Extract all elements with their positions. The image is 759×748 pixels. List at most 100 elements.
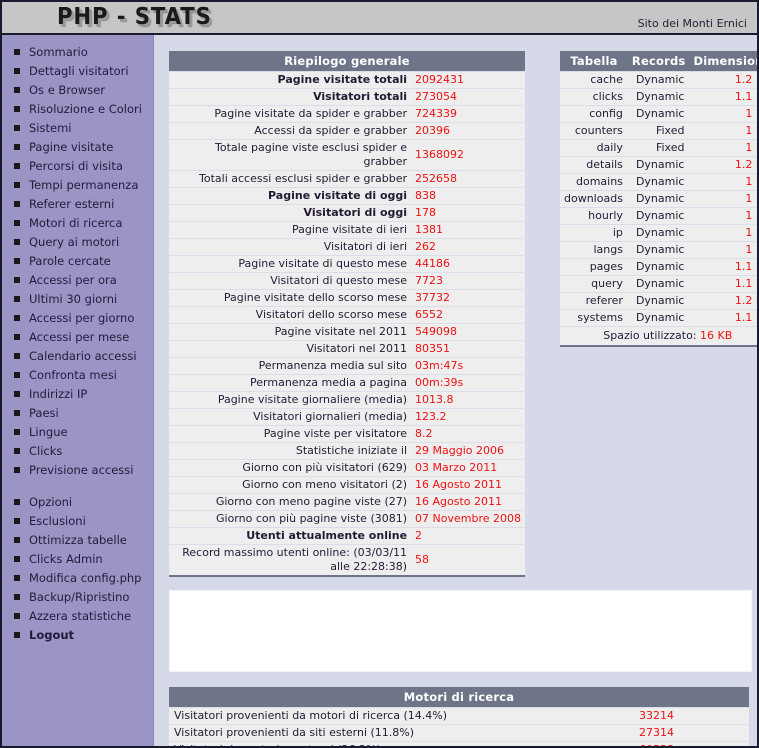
sidebar-item-accessi-per-ora[interactable]: Accessi per ora: [2, 271, 153, 290]
bullet-icon: [14, 410, 20, 416]
sidebar-item-ultimi-30-giorni[interactable]: Ultimi 30 giorni: [2, 290, 153, 309]
db-col-records: Records: [627, 51, 690, 72]
summary-row-value: 37732: [411, 289, 525, 307]
bullet-icon: [14, 556, 20, 562]
db-table-records: Fixed: [627, 122, 690, 140]
bullet-icon: [14, 125, 20, 131]
sidebar-item-confronta-mesi[interactable]: Confronta mesi: [2, 366, 153, 385]
sidebar-item-clicks-admin[interactable]: Clicks Admin: [2, 550, 153, 569]
summary-row-label: Pagine visitate dello scorso mese: [169, 289, 412, 307]
sidebar-item-paesi[interactable]: Paesi: [2, 404, 153, 423]
db-table-name: langs: [560, 241, 628, 259]
summary-row-label: Pagine visitate di oggi: [169, 187, 412, 205]
space-used-text: Spazio utilizzato:: [603, 329, 697, 342]
sidebar-divider: [2, 480, 153, 493]
summary-row-label: Record massimo utenti online: (03/03/11 …: [169, 544, 412, 577]
db-table-size: 1.1 KB: [689, 88, 757, 106]
summary-row-value: 273054: [411, 88, 525, 106]
bullet-icon: [14, 49, 20, 55]
sidebar-item-backup-ripristino[interactable]: Backup/Ripristino: [2, 588, 153, 607]
sidebar-item-percorsi-di-visita[interactable]: Percorsi di visita: [2, 157, 153, 176]
sidebar-item-lingue[interactable]: Lingue: [2, 423, 153, 442]
summary-row: Totali accessi esclusi spider e grabber 2…: [169, 170, 525, 188]
db-table-row: downloadsDynamic1 KB: [560, 190, 757, 208]
search-engines-header: Motori di ricerca: [169, 687, 749, 708]
sidebar-item-label: Pagine visitate: [29, 140, 114, 154]
sidebar-admin-group: Opzioni Esclusioni Ottimizza tabelle Clicks…: [2, 493, 153, 645]
sidebar-item-tempi-permanenza[interactable]: Tempi permanenza: [2, 176, 153, 195]
php-stats-page: PHP - STATS Sito dei Monti Ernici Sommar…: [0, 0, 759, 748]
sidebar-item-label: Confronta mesi: [29, 368, 117, 382]
db-table-row: cacheDynamic1.2 KB: [560, 71, 757, 89]
db-table-name: clicks: [560, 88, 628, 106]
sidebar-item-indirizzi-ip[interactable]: Indirizzi IP: [2, 385, 153, 404]
bullet-icon: [14, 429, 20, 435]
db-table-records: Dynamic: [627, 275, 690, 293]
summary-row-value: 07 Novembre 2008: [411, 510, 525, 528]
bullet-icon: [14, 594, 20, 600]
sidebar-item-azzera-statistiche[interactable]: Azzera statistiche: [2, 607, 153, 626]
sidebar-item-calendario-accessi[interactable]: Calendario accessi: [2, 347, 153, 366]
db-table-name: referer: [560, 292, 628, 310]
sidebar-item-os-e-browser[interactable]: Os e Browser: [2, 81, 153, 100]
bullet-icon: [14, 632, 20, 638]
bullet-icon: [14, 258, 20, 264]
sidebar-item-referer-esterni[interactable]: Referer esterni: [2, 195, 153, 214]
sidebar-item-label: Sistemi: [29, 121, 72, 135]
db-table-name: domains: [560, 173, 628, 191]
summary-row-value: 123.2: [411, 408, 525, 426]
sidebar-item-sommario[interactable]: Sommario: [2, 43, 153, 62]
sidebar-item-opzioni[interactable]: Opzioni: [2, 493, 153, 512]
summary-table-body: Pagine visitate totali 2092431 Visitatori …: [169, 71, 525, 577]
sidebar-item-logout[interactable]: Logout: [2, 626, 153, 645]
summary-row-label: Visitatori di ieri: [169, 238, 412, 256]
bullet-icon: [14, 163, 20, 169]
sidebar-item-label: Accessi per giorno: [29, 311, 135, 325]
bullet-icon: [14, 68, 20, 74]
sidebar-item-esclusioni[interactable]: Esclusioni: [2, 512, 153, 531]
sidebar-item-query-ai-motori[interactable]: Query ai motori: [2, 233, 153, 252]
summary-row-label: Permanenza media a pagina: [169, 374, 412, 392]
sidebar-item-label: Percorsi di visita: [29, 159, 123, 173]
summary-row-value: 1013.8: [411, 391, 525, 409]
summary-row-value: 724339: [411, 105, 525, 123]
sidebar-item-previsione-accessi[interactable]: Previsione accessi: [2, 461, 153, 480]
db-table-size: 1 KB: [689, 190, 757, 208]
summary-row: Visitatori di questo mese 7723: [169, 272, 525, 290]
db-table-row: ipDynamic1 KB: [560, 224, 757, 242]
summary-row-label: Pagine visitate di ieri: [169, 221, 412, 239]
summary-row: Visitatori totali 273054: [169, 88, 525, 106]
summary-row-label: Pagine visitate giornaliere (media): [169, 391, 412, 409]
sidebar-item-label: Previsione accessi: [29, 463, 134, 477]
db-table-name: downloads: [560, 190, 628, 208]
bullet-icon: [14, 391, 20, 397]
sidebar-item-modifica-config-php[interactable]: Modifica config.php: [2, 569, 153, 588]
summary-row-label: Totali accessi esclusi spider e grabber: [169, 170, 412, 188]
summary-row: Visitatori dello scorso mese 6552: [169, 306, 525, 324]
sidebar-item-dettagli-visitatori[interactable]: Dettagli visitatori: [2, 62, 153, 81]
db-table-size: 1 KB: [689, 122, 757, 140]
sidebar-main-group: Sommario Dettagli visitatori Os e Browser R…: [2, 43, 153, 480]
sidebar-item-accessi-per-giorno[interactable]: Accessi per giorno: [2, 309, 153, 328]
db-table-name: pages: [560, 258, 628, 276]
bullet-icon: [14, 499, 20, 505]
db-table-name: config: [560, 105, 628, 123]
db-table-records: Fixed: [627, 139, 690, 157]
summary-row-label: Visitatori totali: [169, 88, 412, 106]
db-table-name: query: [560, 275, 628, 293]
body-wrapper: Sommario Dettagli visitatori Os e Browser R…: [2, 35, 757, 746]
summary-row: Pagine visitate di questo mese 44186: [169, 255, 525, 273]
db-table-records: Dynamic: [627, 105, 690, 123]
sidebar-item-risoluzione-e-colori[interactable]: Risoluzione e Colori: [2, 100, 153, 119]
sidebar-item-clicks[interactable]: Clicks: [2, 442, 153, 461]
summary-row-value: 838: [411, 187, 525, 205]
sidebar-item-motori-di-ricerca[interactable]: Motori di ricerca: [2, 214, 153, 233]
sidebar-item-accessi-per-mese[interactable]: Accessi per mese: [2, 328, 153, 347]
sidebar-item-ottimizza-tabelle[interactable]: Ottimizza tabelle: [2, 531, 153, 550]
summary-row-label: Statistiche iniziate il: [169, 442, 412, 460]
sidebar-item-pagine-visitate[interactable]: Pagine visitate: [2, 138, 153, 157]
sidebar-item-parole-cercate[interactable]: Parole cercate: [2, 252, 153, 271]
sidebar-item-sistemi[interactable]: Sistemi: [2, 119, 153, 138]
summary-row-value: 262: [411, 238, 525, 256]
summary-row: Pagine visitate totali 2092431: [169, 71, 525, 89]
